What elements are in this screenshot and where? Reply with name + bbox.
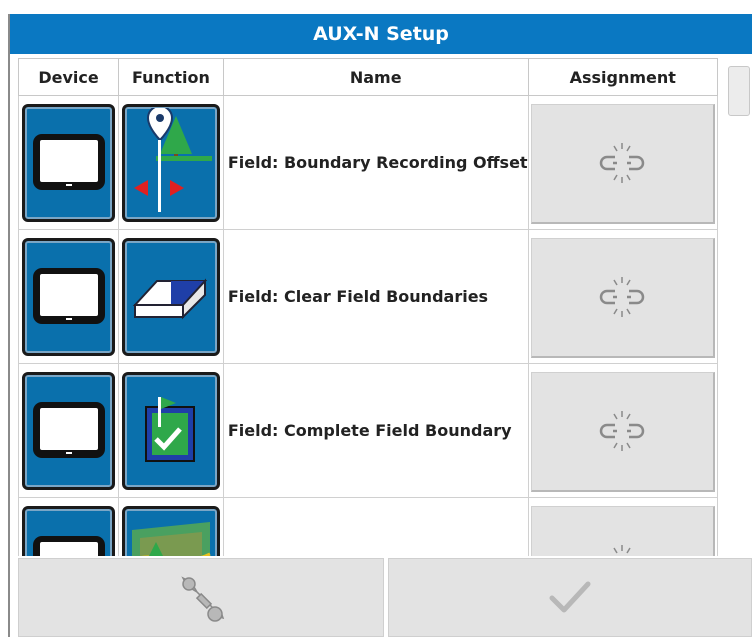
device-cell: [18, 497, 120, 556]
wrench-settings-icon: [181, 575, 225, 622]
confirm-button[interactable]: [388, 558, 752, 637]
function-cell: [118, 497, 224, 556]
assignment-cell: [527, 229, 718, 364]
title-bar: AUX-N Setup: [10, 14, 752, 54]
device-cell: [18, 229, 120, 364]
header-device: Device: [18, 58, 120, 96]
page-title: AUX-N Setup: [313, 23, 449, 45]
unlinked-chain-icon: [599, 411, 645, 451]
function-cell: [118, 229, 224, 364]
header-name: Name: [222, 58, 529, 96]
display-terminal-icon: [22, 103, 116, 222]
settings-button[interactable]: [18, 558, 384, 637]
left-border: [0, 14, 10, 637]
display-terminal-icon: [22, 237, 116, 356]
assign-button[interactable]: [530, 237, 715, 358]
function-name: Field: Complete Field Boundary: [222, 363, 529, 498]
checkmark-icon: [549, 581, 591, 612]
unlinked-chain-icon: [599, 277, 645, 317]
eraser-icon: [122, 237, 220, 356]
assign-button[interactable]: [530, 505, 715, 556]
function-name: Field: Clear Field Boundaries: [222, 229, 529, 364]
aux-n-setup-screen: AUX-N Setup Device Function Name Assignm…: [0, 0, 752, 637]
assign-button[interactable]: [530, 371, 715, 492]
complete-boundary-check-icon: [122, 371, 220, 490]
table-row[interactable]: Field: Complete Field Boundary: [18, 363, 718, 498]
function-cell: [118, 363, 224, 498]
assignment-cell: [527, 95, 718, 230]
function-table: Device Function Name Assignment Field: B…: [18, 58, 718, 556]
assignment-cell: [527, 497, 718, 556]
headland-icon: [122, 505, 220, 556]
table-row[interactable]: Field: Boundary Recording Offset: [18, 95, 718, 230]
function-cell: [118, 95, 224, 230]
assign-button[interactable]: [530, 103, 715, 224]
device-cell: [18, 363, 120, 498]
function-name: Field: Configure Headland: [222, 497, 529, 556]
display-terminal-icon: [22, 505, 116, 556]
unlinked-chain-icon: [613, 545, 631, 554]
device-cell: [18, 95, 120, 230]
header-function: Function: [118, 58, 224, 96]
boundary-recording-offset-icon: [122, 103, 220, 222]
table-row[interactable]: Field: Clear Field Boundaries: [18, 229, 718, 364]
scrollbar-thumb[interactable]: [728, 66, 750, 116]
display-terminal-icon: [22, 371, 116, 490]
table-row[interactable]: Field: Configure Headland: [18, 497, 718, 556]
scrollbar-track[interactable]: [726, 58, 752, 556]
table-header-row: Device Function Name Assignment: [18, 58, 718, 96]
function-table-viewport[interactable]: Device Function Name Assignment Field: B…: [18, 58, 718, 556]
function-name: Field: Boundary Recording Offset: [222, 95, 529, 230]
assignment-cell: [527, 363, 718, 498]
unlinked-chain-icon: [599, 143, 645, 183]
header-assignment: Assignment: [527, 58, 718, 96]
